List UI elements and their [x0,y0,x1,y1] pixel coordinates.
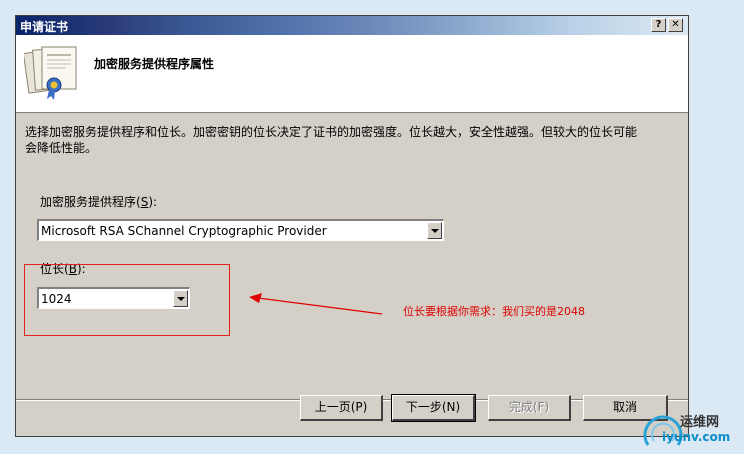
watermark-text-cn: 运维网 [680,415,720,430]
watermark-text-en: iyunv.com [662,430,731,444]
back-button[interactable]: 上一页(P) [300,395,383,421]
window-title: 申请证书 [20,20,69,34]
provider-label: 加密服务提供程序(S): [40,195,158,209]
wizard-header: 加密服务提供程序属性 [16,35,688,113]
annotation-arrow [249,293,383,315]
description-text: 选择加密服务提供程序和位长。加密密钥的位长决定了证书的加密强度。位长越大，安全性… [25,125,638,155]
title-bar: 申请证书 ? ✕ [16,16,688,35]
provider-dropdown-button[interactable] [427,222,442,239]
certificate-icon [24,46,77,100]
header-title: 加密服务提供程序属性 [94,57,215,71]
highlight-box [24,264,230,336]
provider-select-value: Microsoft RSA SChannel Cryptographic Pro… [41,224,327,238]
close-button[interactable]: ✕ [668,18,683,32]
annotation-note: 位长要根据你需求：我们买的是2048 [403,305,585,318]
help-button[interactable]: ? [651,18,666,32]
next-button[interactable]: 下一步(N) [391,394,476,422]
provider-select[interactable]: Microsoft RSA SChannel Cryptographic Pro… [37,219,444,241]
finish-button[interactable]: 完成(F) [488,395,571,421]
